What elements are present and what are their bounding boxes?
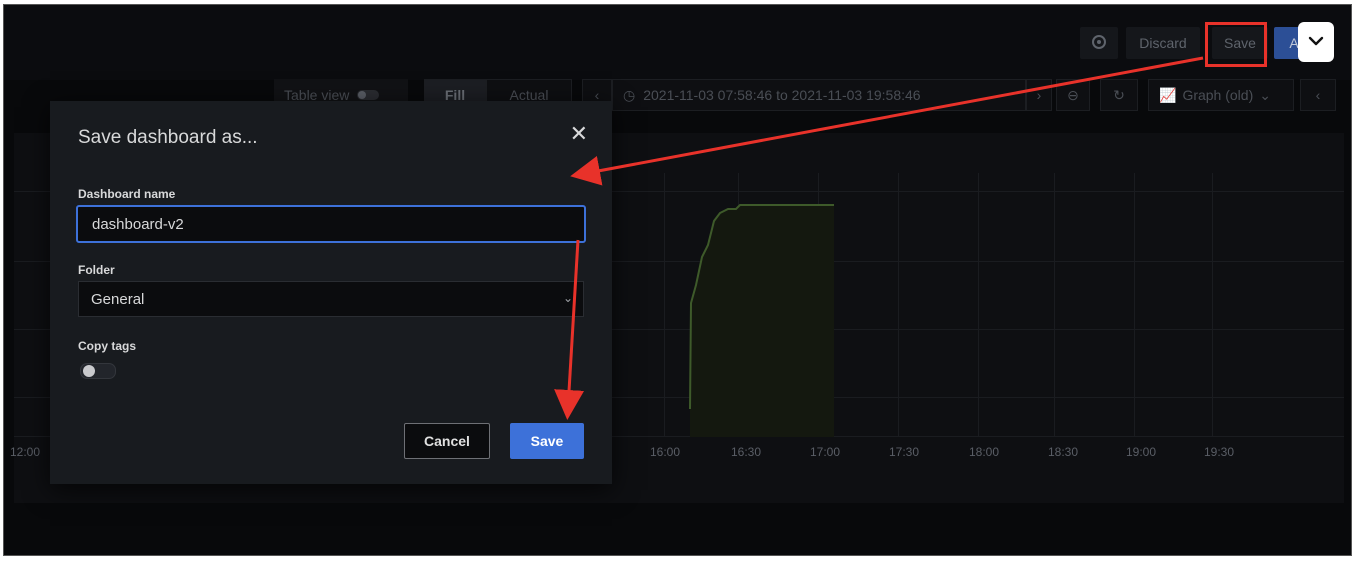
annotation-arrow [554, 239, 585, 420]
annotation-arrow [570, 56, 1204, 186]
annotation-arrows [554, 56, 1204, 420]
